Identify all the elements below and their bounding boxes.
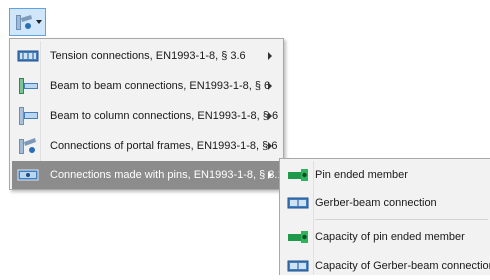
submenu-item-gerber-beam[interactable]: Gerber-beam connection (282, 189, 489, 217)
menu-item-portal-frames[interactable]: Connections of portal frames, EN1993-1-8… (12, 132, 281, 160)
submenu-arrow-icon (268, 142, 272, 150)
menu-item-label: Beam to beam connections, EN1993-1-8, § … (50, 80, 271, 92)
submenu-arrow-icon (268, 171, 272, 179)
submenu-arrow-icon (268, 82, 272, 90)
pin-connection-icon (17, 169, 39, 181)
menu-item-tension-connections[interactable]: Tension connections, EN1993-1-8, § 3.6 (12, 42, 281, 70)
submenu-item-label: Capacity of pin ended member (315, 231, 465, 243)
pin-ended-member-icon (288, 169, 308, 181)
menu-item-label: Tension connections, EN1993-1-8, § 3.6 (50, 50, 246, 62)
chevron-down-icon (36, 20, 42, 24)
submenu-item-label: Pin ended member (315, 169, 408, 181)
gerber-beam-icon (287, 197, 309, 209)
pin-ended-member-icon (288, 231, 308, 243)
submenu-arrow-icon (268, 52, 272, 60)
pin-connections-submenu: Pin ended member Gerber-beam connection … (279, 158, 490, 275)
portal-frame-icon (19, 138, 36, 154)
menu-item-label: Connections made with pins, EN1993-1-8, … (50, 169, 290, 181)
menu-item-pin-connections[interactable]: Connections made with pins, EN1993-1-8, … (12, 161, 290, 189)
menu-item-label: Beam to column connections, EN1993-1-8, … (50, 110, 279, 122)
submenu-item-pin-ended-member[interactable]: Pin ended member (282, 161, 489, 189)
submenu-item-capacity-pin-ended-member[interactable]: Capacity of pin ended member (282, 223, 489, 251)
gerber-beam-icon (287, 260, 309, 272)
submenu-separator (315, 219, 488, 220)
submenu-arrow-icon (268, 112, 272, 120)
beam-to-beam-icon (19, 78, 38, 94)
submenu-item-label: Gerber-beam connection (315, 197, 437, 209)
portal-frame-icon (16, 15, 32, 30)
menu-item-label: Connections of portal frames, EN1993-1-8… (50, 140, 278, 152)
menu-item-beam-to-column[interactable]: Beam to column connections, EN1993-1-8, … (12, 102, 281, 130)
beam-to-column-icon (19, 107, 38, 125)
submenu-item-capacity-gerber-beam[interactable]: Capacity of Gerber-beam connection (282, 252, 490, 280)
menu-item-beam-to-beam[interactable]: Beam to beam connections, EN1993-1-8, § … (12, 72, 281, 100)
connections-dropdown-button[interactable] (9, 8, 46, 36)
connections-menu: Tension connections, EN1993-1-8, § 3.6 B… (9, 38, 290, 190)
submenu-item-label: Capacity of Gerber-beam connection (315, 260, 490, 272)
tension-connection-icon (17, 50, 39, 62)
